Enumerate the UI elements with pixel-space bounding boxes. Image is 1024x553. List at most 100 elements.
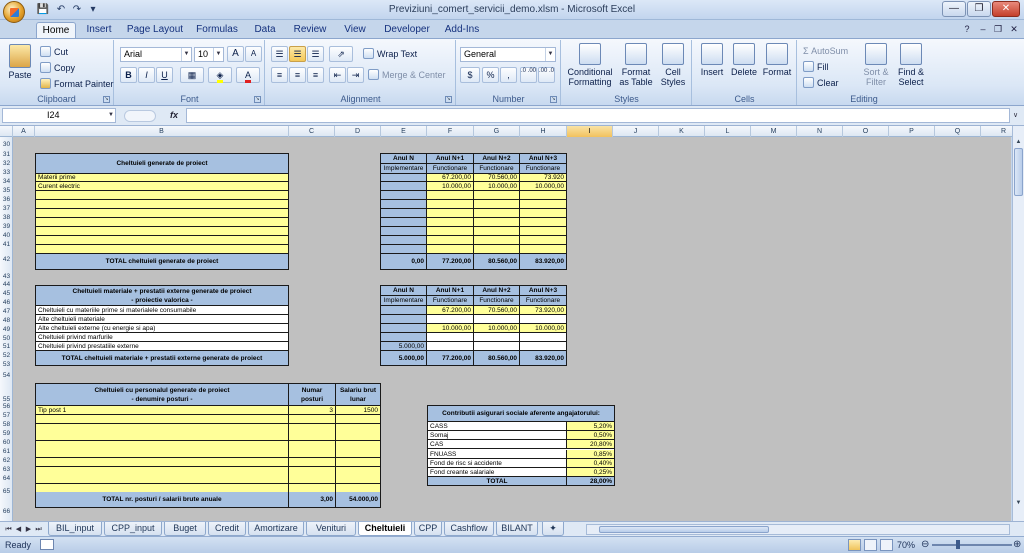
row-header[interactable]: 66 <box>0 507 13 517</box>
scroll-up-icon[interactable]: ▲ <box>1014 137 1023 147</box>
zoom-out-icon[interactable]: ⊖ <box>921 539 929 550</box>
scroll-down-icon[interactable]: ▼ <box>1014 498 1023 508</box>
value-cell[interactable] <box>427 200 474 209</box>
value-cell[interactable] <box>381 191 427 200</box>
value-cell[interactable] <box>474 227 520 236</box>
sheet-tab-amortizare[interactable]: Amortizare <box>248 522 304 536</box>
value-cell[interactable]: 10.000,00 <box>474 182 520 191</box>
value-cell[interactable] <box>427 245 474 254</box>
empty-row[interactable] <box>36 227 289 236</box>
align-right-button[interactable]: ≡ <box>307 67 324 83</box>
contribution-rate[interactable]: 0,50% <box>567 431 615 441</box>
column-header-h[interactable]: H <box>520 126 567 137</box>
contribution-rate[interactable]: 20,80% <box>567 440 615 450</box>
value-cell[interactable] <box>520 342 567 351</box>
sort-filter-button[interactable]: Sort & Filter <box>860 43 892 87</box>
row-header[interactable]: 41 <box>0 240 13 250</box>
value-cell[interactable] <box>381 227 427 236</box>
tab-review[interactable]: Review <box>290 22 330 39</box>
conditional-formatting-button[interactable]: Conditional Formatting <box>564 43 616 87</box>
post-count[interactable]: 3 <box>289 406 336 415</box>
sheet-tab-cpp-input[interactable]: CPP_input <box>104 522 162 536</box>
grow-font-button[interactable]: A <box>227 46 244 62</box>
column-header-b[interactable]: B <box>35 126 289 137</box>
column-header-o[interactable]: O <box>843 126 889 137</box>
font-name-dropdown-icon[interactable]: ▼ <box>181 48 191 61</box>
decrease-indent-button[interactable]: ⇤ <box>329 67 346 83</box>
name-box[interactable]: I24 <box>2 108 116 123</box>
formula-input[interactable] <box>186 108 1010 123</box>
empty-row[interactable] <box>36 218 289 227</box>
post-salary[interactable]: 1500 <box>336 406 381 415</box>
tab-data[interactable]: Data <box>250 22 280 39</box>
align-top-button[interactable]: ☰ <box>271 46 288 62</box>
column-header-j[interactable]: J <box>613 126 659 137</box>
value-cell[interactable]: 10.000,00 <box>474 324 520 333</box>
cut-button[interactable]: Cut <box>40 45 68 59</box>
next-sheet-icon[interactable]: ▶ <box>24 524 33 535</box>
column-header-g[interactable]: G <box>474 126 520 137</box>
italic-button[interactable]: I <box>138 67 155 83</box>
font-name-combo[interactable]: Arial ▼ <box>120 47 192 62</box>
tab-view[interactable]: View <box>340 22 370 39</box>
column-header-l[interactable]: L <box>705 126 751 137</box>
fill-color-button[interactable]: ◈ <box>208 67 232 83</box>
empty-row[interactable] <box>36 209 289 218</box>
column-header-q[interactable]: Q <box>935 126 981 137</box>
select-all-corner[interactable] <box>0 126 13 137</box>
tab-home[interactable]: Home <box>36 22 76 39</box>
column-header-i[interactable]: I <box>567 126 613 137</box>
expense-row[interactable]: Materii prime <box>36 174 289 182</box>
value-cell[interactable] <box>427 209 474 218</box>
sheet-tab-buget[interactable]: Buget <box>164 522 206 536</box>
font-color-button[interactable]: A <box>236 67 260 83</box>
format-cells-button[interactable]: Format <box>761 43 793 77</box>
value-cell[interactable] <box>520 200 567 209</box>
sheet-tab-credit[interactable]: Credit <box>208 522 246 536</box>
value-cell[interactable]: 10.000,00 <box>427 324 474 333</box>
column-header-f[interactable]: F <box>427 126 474 137</box>
paste-button[interactable]: Paste <box>5 44 35 80</box>
row-header[interactable]: 54 <box>0 371 13 381</box>
column-header-d[interactable]: D <box>335 126 381 137</box>
contribution-rate[interactable]: 0,40% <box>567 458 615 468</box>
value-cell[interactable]: 10.000,00 <box>520 182 567 191</box>
value-cell[interactable]: 5.000,00 <box>381 342 427 351</box>
value-cell[interactable] <box>474 218 520 227</box>
expand-formula-bar-icon[interactable]: ∨ <box>1013 111 1018 119</box>
value-cell[interactable] <box>381 236 427 245</box>
clear-button[interactable]: Clear <box>803 76 839 90</box>
copy-button[interactable]: Copy <box>40 61 75 75</box>
comma-button[interactable]: , <box>500 67 517 83</box>
value-cell[interactable] <box>381 182 427 191</box>
align-middle-button[interactable]: ☰ <box>289 46 306 62</box>
orientation-button[interactable]: ⇗ <box>329 46 353 62</box>
value-cell[interactable] <box>474 342 520 351</box>
minimize-button[interactable]: — <box>942 1 966 17</box>
cell-styles-button[interactable]: Cell Styles <box>656 43 690 87</box>
increase-decimal-button[interactable]: .0 .00 <box>520 67 537 83</box>
align-bottom-button[interactable]: ☰ <box>307 46 324 62</box>
row-header[interactable]: 64 <box>0 474 13 484</box>
empty-row[interactable] <box>36 191 289 200</box>
row-header[interactable]: 53 <box>0 360 13 370</box>
column-header-k[interactable]: K <box>659 126 705 137</box>
expense-row[interactable]: Alte cheltuieli materiale <box>36 315 289 324</box>
value-cell[interactable] <box>427 333 474 342</box>
tab-formulas[interactable]: Formulas <box>192 22 242 39</box>
value-cell[interactable] <box>520 236 567 245</box>
column-header-m[interactable]: M <box>751 126 797 137</box>
workbook-restore-icon[interactable]: ❐ <box>992 23 1004 35</box>
value-cell[interactable]: 70.560,00 <box>474 306 520 315</box>
normal-view-icon[interactable] <box>848 539 861 551</box>
align-left-button[interactable]: ≡ <box>271 67 288 83</box>
formula-bar-resize-handle[interactable] <box>124 110 156 122</box>
value-cell[interactable]: 73.920 <box>520 174 567 182</box>
empty-row[interactable] <box>36 245 289 254</box>
value-cell[interactable] <box>427 191 474 200</box>
post-name[interactable]: Tip post 1 <box>36 406 289 415</box>
value-cell[interactable] <box>381 200 427 209</box>
value-cell[interactable] <box>474 245 520 254</box>
sheet-tab-bilant[interactable]: BILANT <box>496 522 538 536</box>
alignment-launcher-icon[interactable]: ↘ <box>445 96 452 103</box>
